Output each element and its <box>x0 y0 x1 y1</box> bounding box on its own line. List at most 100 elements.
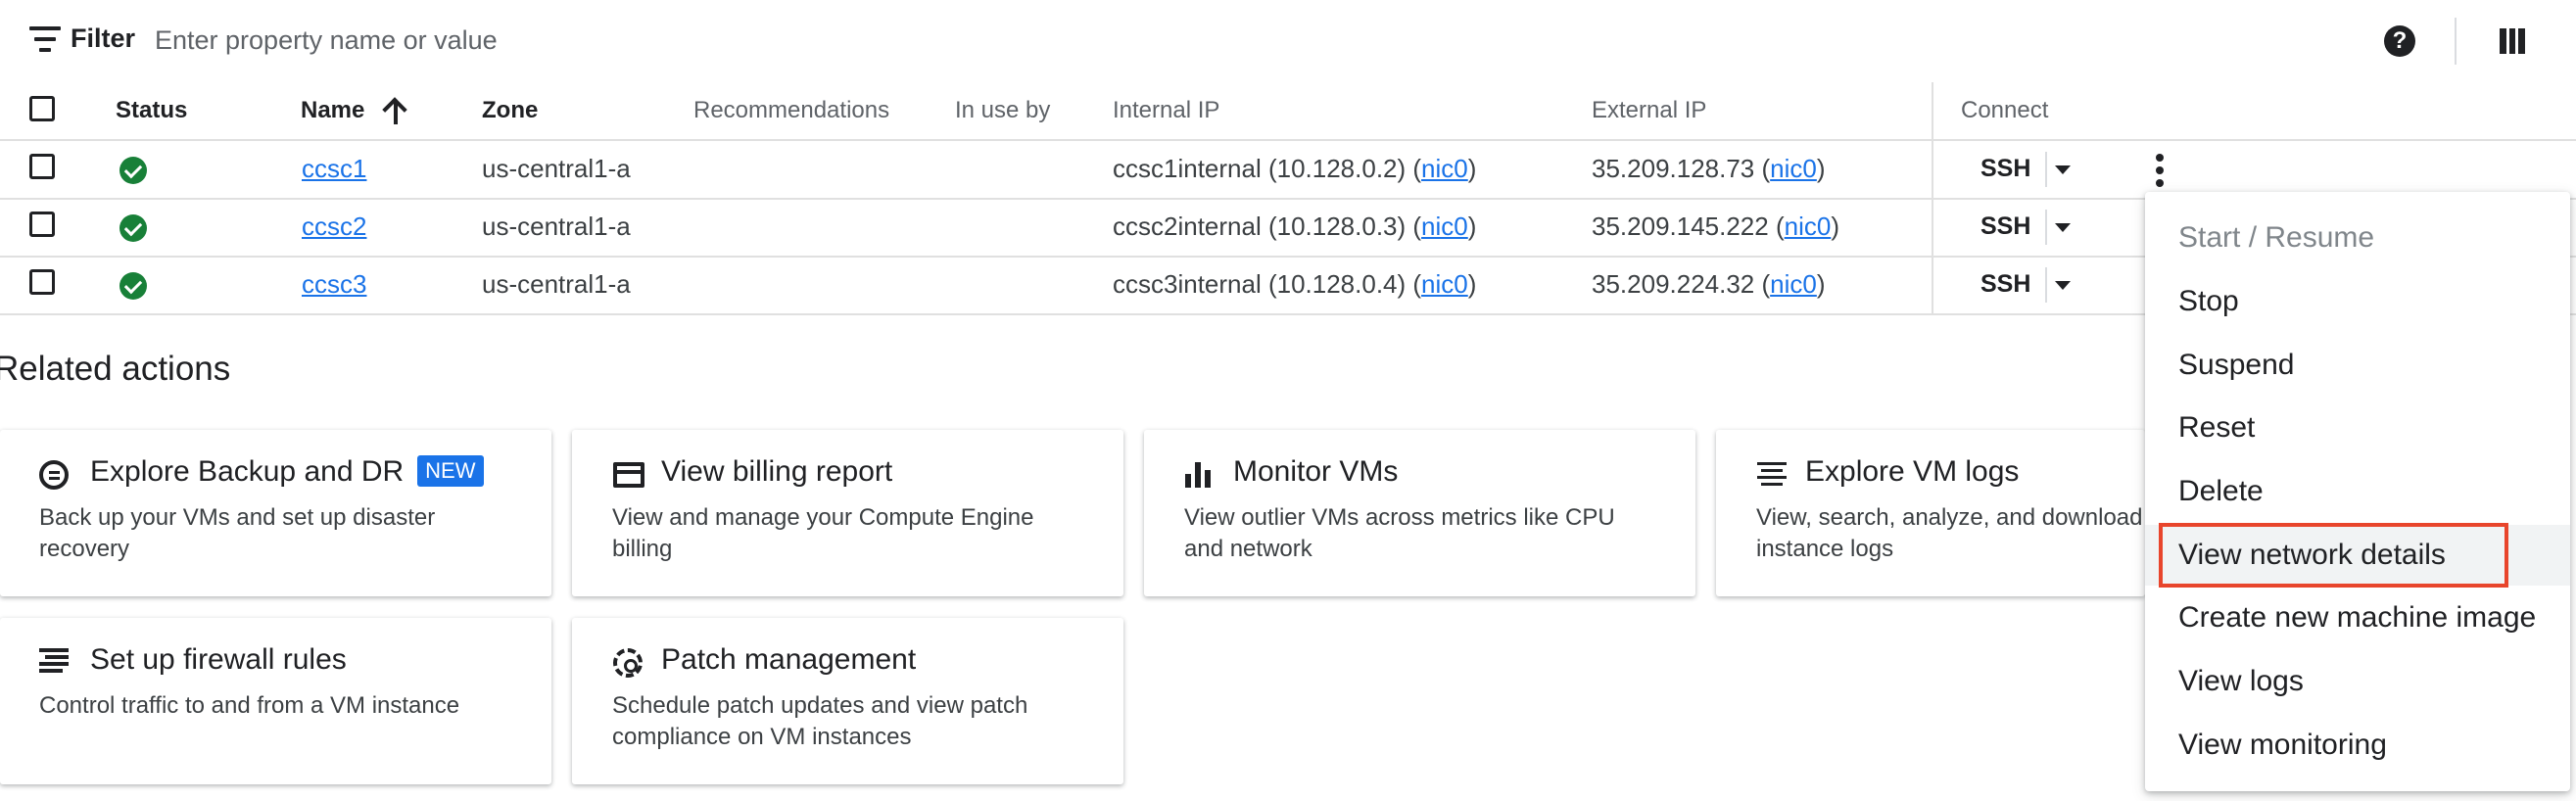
card-set-up-firewall-rules[interactable]: Set up firewall rules Control traffic to… <box>0 618 551 784</box>
row-checkbox[interactable] <box>29 212 55 237</box>
card-explore-backup-dr[interactable]: Explore Backup and DR NEW Back up your VM… <box>0 430 551 596</box>
zone-cell: us-central1-a <box>482 212 631 241</box>
row-checkbox[interactable] <box>29 269 55 295</box>
ssh-dropdown-arrow-icon[interactable] <box>2055 281 2071 290</box>
internal-nic-link[interactable]: nic0 <box>1421 269 1468 299</box>
menu-item-create-machine-image[interactable]: Create new machine image <box>2145 588 2570 648</box>
ssh-button[interactable]: SSH <box>1980 256 2030 313</box>
instance-name-link[interactable]: ccsc1 <box>302 154 366 183</box>
menu-item-reset[interactable]: Reset <box>2145 398 2570 458</box>
column-header-recommendations[interactable]: Recommendations <box>693 82 889 140</box>
card-description-line: View, search, analyze, and download V <box>1756 504 2145 531</box>
instance-actions-menu: Start / Resume Stop Suspend Reset Delete… <box>2145 192 2570 791</box>
column-display-icon[interactable] <box>2500 28 2526 54</box>
internal-nic-link[interactable]: nic0 <box>1421 154 1468 183</box>
external-nic-link[interactable]: nic0 <box>1770 269 1817 299</box>
card-description: View, search, analyze, and download V in… <box>1756 502 2145 565</box>
external-nic-link[interactable]: nic0 <box>1785 212 1832 241</box>
menu-item-suspend[interactable]: Suspend <box>2145 335 2570 396</box>
menu-item-stop[interactable]: Stop <box>2145 271 2570 332</box>
card-description-line: and network <box>1184 536 1312 562</box>
card-title: Explore VM logs <box>1805 455 2020 488</box>
card-description-line: Back up your VMs and set up disaster <box>39 504 436 531</box>
internal-ip-text: ccsc3internal (10.128.0.4) ( <box>1113 269 1422 299</box>
card-description-line: Control traffic to and from a VM instanc… <box>39 692 460 719</box>
card-title: View billing report <box>661 455 893 488</box>
ssh-split-divider <box>2045 152 2047 187</box>
card-title: Explore Backup and DR NEW <box>90 455 484 489</box>
status-running-icon <box>119 157 147 184</box>
external-nic-link[interactable]: nic0 <box>1770 154 1817 183</box>
patch-icon <box>613 648 643 678</box>
menu-item-view-network-details[interactable]: View network details <box>2145 523 2570 588</box>
close-paren: ) <box>1816 269 1826 299</box>
filter-icon[interactable] <box>29 26 61 56</box>
column-header-zone[interactable]: Zone <box>482 82 538 140</box>
firewall-icon <box>39 648 69 678</box>
toolbar-divider <box>2455 18 2457 65</box>
logs-icon <box>1757 462 1787 488</box>
instance-name-link[interactable]: ccsc2 <box>302 212 366 241</box>
internal-nic-link[interactable]: nic0 <box>1421 212 1468 241</box>
internal-ip-cell: ccsc2internal (10.128.0.3) (nic0) <box>1113 198 1476 256</box>
instance-name-link[interactable]: ccsc3 <box>302 269 366 299</box>
close-paren: ) <box>1467 212 1477 241</box>
card-monitor-vms[interactable]: Monitor VMs View outlier VMs across metr… <box>1144 430 1695 596</box>
row-checkbox[interactable] <box>29 154 55 179</box>
ssh-button[interactable]: SSH <box>1980 198 2030 256</box>
card-description-line: instance logs <box>1756 536 1894 562</box>
close-paren: ) <box>1467 154 1477 183</box>
billing-icon <box>613 462 644 488</box>
status-running-icon <box>119 272 147 300</box>
card-description: Back up your VMs and set up disaster rec… <box>39 502 435 565</box>
ssh-dropdown-arrow-icon[interactable] <box>2055 165 2071 174</box>
internal-ip-text: ccsc2internal (10.128.0.3) ( <box>1113 212 1422 241</box>
backup-icon <box>39 460 69 490</box>
ssh-button[interactable]: SSH <box>1980 140 2030 198</box>
filter-label[interactable]: Filter <box>71 24 135 54</box>
menu-item-view-logs[interactable]: View logs <box>2145 651 2570 712</box>
more-actions-icon[interactable] <box>2155 154 2165 189</box>
column-header-name[interactable]: Name <box>301 82 364 140</box>
zone-cell: us-central1-a <box>482 154 631 183</box>
monitoring-icon <box>1185 462 1213 488</box>
zone-cell: us-central1-a <box>482 269 631 299</box>
column-header-internal-ip[interactable]: Internal IP <box>1113 82 1219 140</box>
select-all-checkbox[interactable] <box>29 96 55 121</box>
menu-item-delete[interactable]: Delete <box>2145 461 2570 522</box>
card-description-line: recovery <box>39 536 130 562</box>
ssh-split-divider <box>2045 267 2047 303</box>
connect-column-divider <box>1932 256 1933 313</box>
card-description: View outlier VMs across metrics like CPU… <box>1184 502 1615 565</box>
column-header-status[interactable]: Status <box>116 82 187 140</box>
close-paren: ) <box>1816 154 1826 183</box>
table-row[interactable]: ccsc1 us-central1-a ccsc1internal (10.12… <box>0 140 2576 200</box>
column-header-in-use-by[interactable]: In use by <box>955 82 1050 140</box>
connect-column-divider <box>1932 140 1933 198</box>
ssh-dropdown-arrow-icon[interactable] <box>2055 223 2071 232</box>
close-paren: ) <box>1831 212 1839 241</box>
sort-ascending-icon[interactable] <box>384 97 407 124</box>
filter-input[interactable] <box>155 18 1330 63</box>
card-title-text: Explore Backup and DR <box>90 455 405 488</box>
filter-toolbar: Filter ? <box>0 0 2576 84</box>
card-patch-management[interactable]: Patch management Schedule patch updates … <box>572 618 1123 784</box>
card-description: Schedule patch updates and view patch co… <box>612 690 1027 753</box>
menu-item-start-resume: Start / Resume <box>2178 221 2375 254</box>
close-paren: ) <box>1467 269 1477 299</box>
column-header-external-ip[interactable]: External IP <box>1592 82 1706 140</box>
card-description-line: billing <box>612 536 673 562</box>
external-ip-text: 35.209.145.222 ( <box>1592 212 1785 241</box>
menu-item-label: View network details <box>2178 539 2446 571</box>
new-badge: NEW <box>417 455 484 487</box>
card-description-line: View outlier VMs across metrics like CPU <box>1184 504 1615 531</box>
external-ip-cell: 35.209.145.222 (nic0) <box>1592 198 1839 256</box>
card-description-line: View and manage your Compute Engine <box>612 504 1034 531</box>
menu-item-view-monitoring[interactable]: View monitoring <box>2145 715 2570 776</box>
connect-column-divider <box>1932 82 1933 139</box>
external-ip-cell: 35.209.128.73 (nic0) <box>1592 140 1826 198</box>
card-explore-vm-logs[interactable]: Explore VM logs View, search, analyze, a… <box>1716 430 2145 596</box>
card-description-line: Schedule patch updates and view patch <box>612 692 1028 719</box>
card-view-billing-report[interactable]: View billing report View and manage your… <box>572 430 1123 596</box>
help-icon[interactable]: ? <box>2384 25 2415 57</box>
